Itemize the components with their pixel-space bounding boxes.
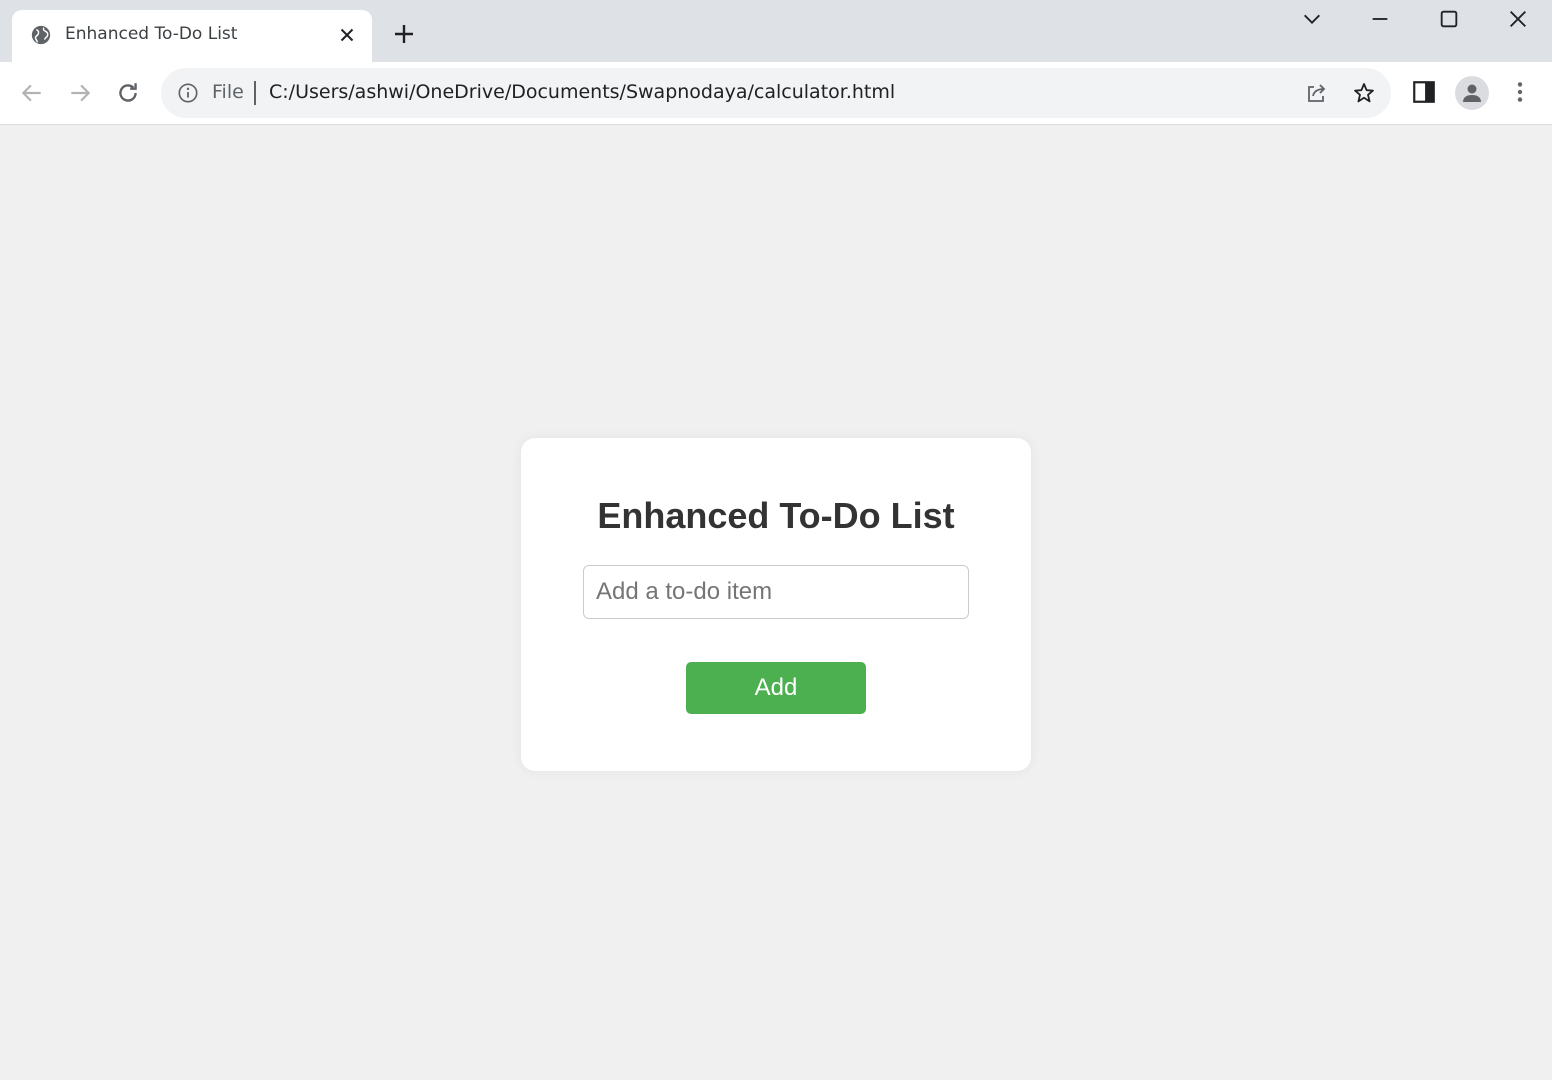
info-icon[interactable] [177,82,199,104]
scheme-label: File [212,81,244,103]
profile-icon [1463,84,1481,102]
arrow-left-icon[interactable] [19,80,45,106]
page-viewport: Enhanced To-Do List Add [0,125,1552,1080]
page-title: Enhanced To-Do List [597,495,955,536]
plus-icon[interactable] [392,22,416,46]
todo-input[interactable] [583,565,969,619]
maximize-icon[interactable] [1438,8,1460,30]
side-panel-icon[interactable] [1411,79,1437,105]
todo-card: Enhanced To-Do List Add [521,438,1031,771]
profile-button[interactable] [1455,76,1489,110]
add-button[interactable]: Add [686,662,866,714]
star-icon[interactable] [1352,81,1376,105]
minimize-icon[interactable] [1369,8,1391,30]
chevron-down-icon[interactable] [1301,8,1323,30]
arrow-right-icon[interactable] [67,80,93,106]
kebab-menu-icon[interactable] [1507,79,1533,105]
address-divider [254,81,256,105]
reload-icon[interactable] [115,80,141,106]
tab-title: Enhanced To-Do List [65,24,238,44]
close-icon[interactable] [336,24,358,46]
tab-strip: Enhanced To-Do List [0,0,1552,62]
close-icon[interactable] [1507,8,1529,30]
address-bar[interactable]: File C:/Users/ashwi/OneDrive/Documents/S… [161,68,1391,118]
browser-toolbar: File C:/Users/ashwi/OneDrive/Documents/S… [0,62,1552,125]
url-text[interactable]: C:/Users/ashwi/OneDrive/Documents/Swapno… [269,81,895,103]
share-icon[interactable] [1304,81,1328,105]
globe-icon [31,25,51,45]
browser-tab[interactable]: Enhanced To-Do List [12,10,372,62]
